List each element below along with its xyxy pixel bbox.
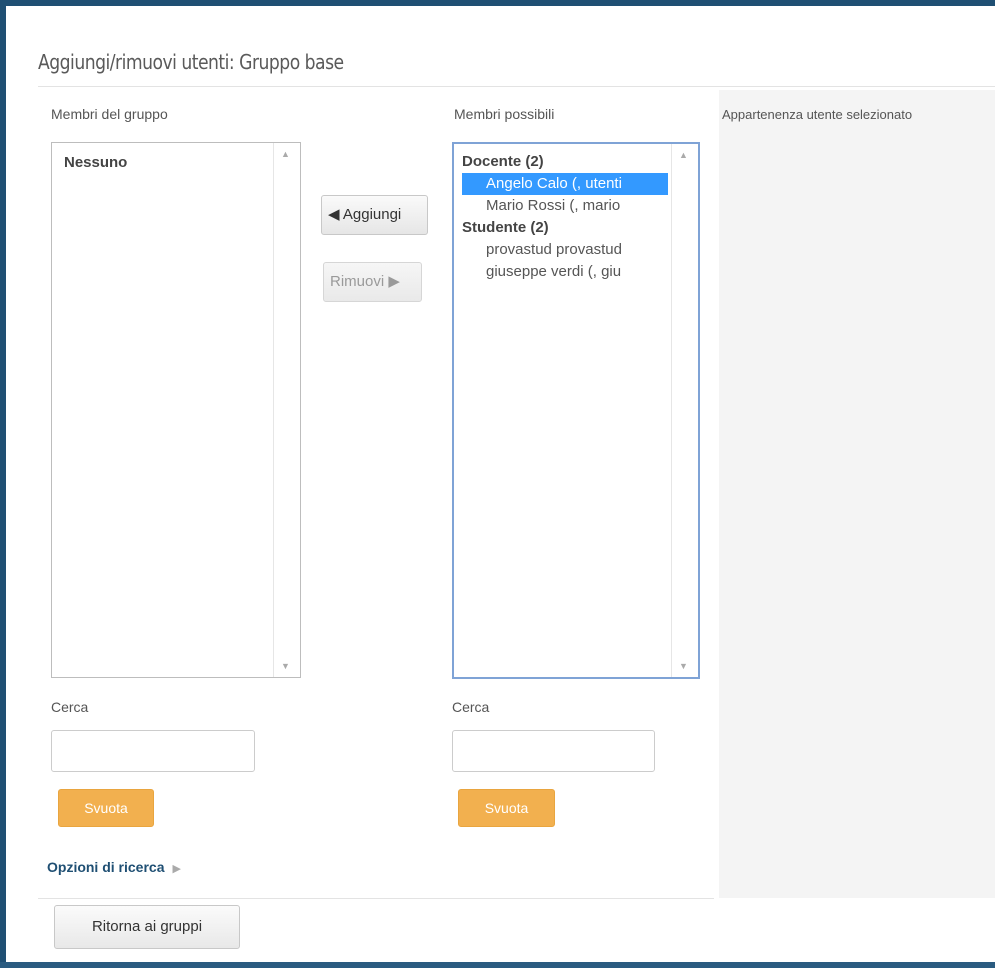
group-members-clear-button[interactable]: Svuota [58,789,154,827]
potential-members-scrollbar[interactable]: ▲ ▼ [671,144,698,677]
potential-members-label: Membri possibili [454,106,555,122]
group-members-search-input[interactable] [51,730,255,772]
scroll-down-icon[interactable]: ▼ [679,661,688,671]
search-options-toggle[interactable]: Opzioni di ricerca ▶ [47,859,181,875]
selected-user-membership-label: Appartenenza utente selezionato [722,107,913,122]
group-members-label: Membri del gruppo [51,106,168,122]
search-options-label: Opzioni di ricerca [47,859,165,875]
scroll-up-icon[interactable]: ▲ [281,149,290,159]
potential-members-search-label: Cerca [452,699,490,715]
empty-placeholder: Nessuno [64,154,128,171]
group-members-search-label: Cerca [51,699,89,715]
remove-button[interactable]: Rimuovi ▶ [323,262,422,302]
optgroup-studente: Studente (2) [462,219,549,236]
title-divider [38,86,995,87]
list-item[interactable]: giuseppe verdi (, giu [462,261,668,283]
optgroup-docente: Docente (2) [462,153,544,170]
potential-members-search-input[interactable] [452,730,655,772]
back-to-groups-button[interactable]: Ritorna ai gruppi [54,905,240,949]
scroll-up-icon[interactable]: ▲ [679,150,688,160]
group-members-list[interactable]: Nessuno ▲ ▼ [51,142,301,678]
page-title: Aggiungi/rimuovi utenti: Gruppo base [38,50,344,74]
selected-user-panel [719,90,995,898]
scroll-down-icon[interactable]: ▼ [281,661,290,671]
list-item[interactable]: Angelo Calo (, utenti [462,173,668,195]
list-item[interactable]: provastud provastud [462,239,668,261]
chevron-right-icon: ▶ [172,863,181,875]
potential-members-list[interactable]: Docente (2) Angelo Calo (, utenti Mario … [452,142,700,679]
potential-members-clear-button[interactable]: Svuota [458,789,555,827]
group-members-scrollbar[interactable]: ▲ ▼ [273,143,300,677]
footer-divider [38,898,714,899]
list-item[interactable]: Mario Rossi (, mario [462,195,668,217]
add-button[interactable]: ◀ Aggiungi [321,195,428,235]
window-frame-bottom [0,962,995,968]
page-content: Aggiungi/rimuovi utenti: Gruppo base Mem… [6,6,995,962]
